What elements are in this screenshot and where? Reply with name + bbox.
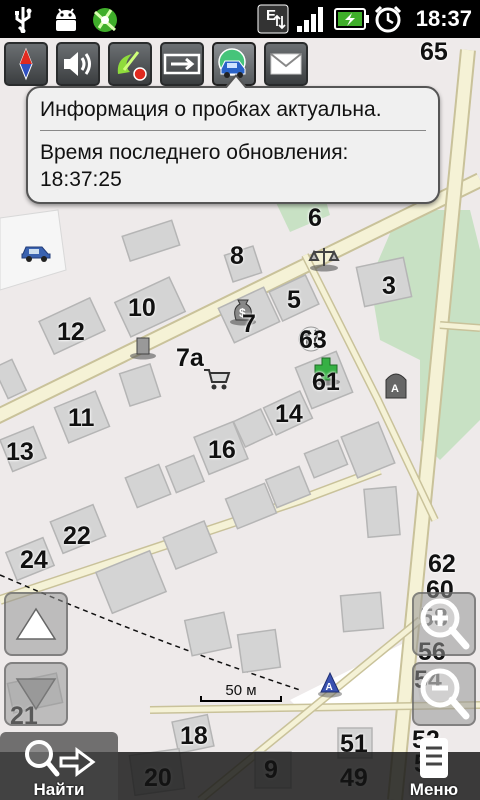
tooltip-update-time: 18:37:25 (40, 168, 122, 191)
messages-button[interactable] (264, 42, 308, 86)
zoom-out-button[interactable] (412, 662, 476, 726)
house-number: 6 (308, 204, 322, 232)
house-number: 7а (176, 344, 204, 372)
sound-button[interactable] (56, 42, 100, 86)
house-number: 24 (20, 546, 48, 574)
svg-text:A: A (391, 383, 399, 395)
scroll-up-button[interactable] (4, 592, 68, 656)
house-number: 61 (312, 368, 340, 396)
tooltip-traffic-status: Информация о пробках актуальна. (40, 98, 426, 131)
gps-status-button[interactable] (108, 42, 152, 86)
status-time: 18:37 (415, 6, 472, 31)
house-number: 18 (180, 722, 208, 750)
find-label: Найти (33, 780, 85, 799)
menu-label: Меню (409, 780, 459, 799)
battery-charging-icon (334, 4, 370, 34)
find-button[interactable]: Найти (0, 732, 118, 800)
network-e-icon: E (256, 4, 290, 34)
arrow-up-icon (15, 607, 57, 640)
house-number: 22 (63, 522, 91, 550)
compass-button[interactable] (4, 42, 48, 86)
arrow-down-icon (15, 678, 57, 711)
house-number: 16 (208, 436, 236, 464)
map-scale: 50 м (200, 682, 282, 702)
house-number: 13 (6, 438, 34, 466)
navigation-route-icon (163, 53, 201, 75)
signal-icon (294, 4, 328, 34)
house-number: 5 (287, 286, 301, 314)
house-number: 14 (275, 400, 303, 428)
building-poi-icon (128, 334, 158, 360)
network-label: E (266, 7, 276, 24)
house-number: 3 (382, 272, 396, 300)
shopping-cart-icon (202, 366, 232, 392)
monument-icon: A (382, 368, 410, 402)
status-bar: E 18:37 (0, 0, 480, 38)
menu-list-icon (420, 738, 448, 778)
house-number: 63 (299, 326, 327, 354)
law-scales-icon (308, 246, 340, 272)
usb-icon (8, 4, 38, 34)
tooltip-update-label: Время последнего обновления: (40, 141, 349, 164)
messages-icon (270, 53, 302, 75)
house-number: 12 (57, 318, 85, 346)
map-badge-top-right: 65 (420, 38, 448, 66)
car-icon (20, 242, 52, 262)
scale-bar (200, 696, 282, 702)
house-number: 10 (128, 294, 156, 322)
gps-satellite-icon (88, 4, 122, 34)
navigation-route-button[interactable] (160, 42, 204, 86)
menu-button[interactable]: Меню (388, 732, 480, 800)
house-number: 7 (242, 310, 256, 338)
sound-icon (64, 52, 91, 76)
alarm-clock-icon (372, 4, 404, 34)
house-number: 8 (230, 242, 244, 270)
house-number: 62 (428, 550, 456, 578)
zoom-in-icon (420, 598, 470, 650)
traffic-info-tooltip[interactable]: Информация о пробках актуальна. Время по… (26, 74, 440, 204)
android-debug-icon (50, 4, 82, 34)
gps-status-icon (117, 51, 147, 81)
zoom-in-button[interactable] (412, 592, 476, 656)
scroll-down-button[interactable] (4, 662, 68, 726)
poi-a-icon: A (316, 670, 344, 698)
svg-text:A: A (326, 682, 333, 693)
house-number: 11 (68, 404, 95, 432)
compass-icon (19, 47, 33, 81)
search-route-icon (25, 740, 96, 777)
zoom-out-icon (420, 668, 470, 720)
